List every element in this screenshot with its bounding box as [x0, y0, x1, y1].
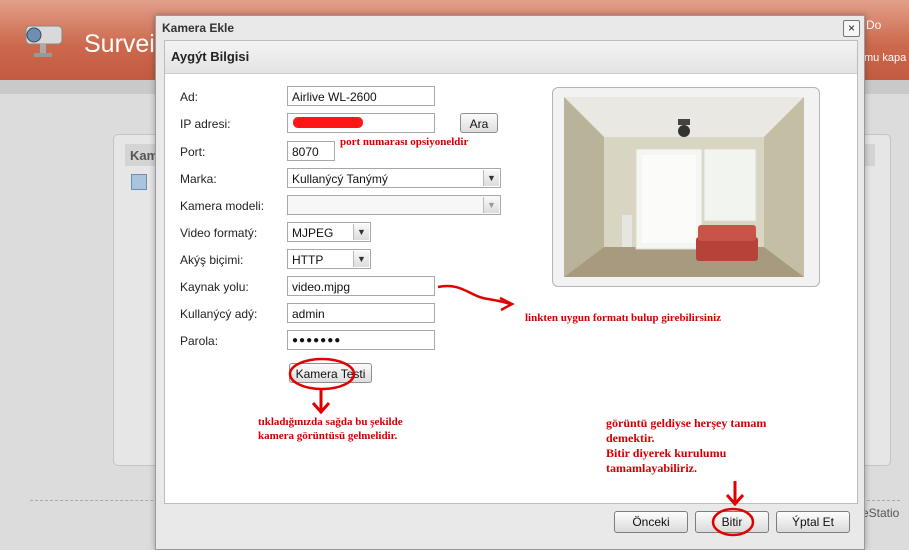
password-label: Parola:	[180, 334, 219, 348]
username-input[interactable]: admin	[287, 303, 435, 323]
ip-label: IP adresi:	[180, 117, 231, 131]
stream-type-select[interactable]: HTTP ▼	[287, 249, 371, 269]
port-input[interactable]: 8070	[287, 141, 335, 161]
stream-type-value: HTTP	[292, 253, 324, 267]
username-label: Kullanýcý adý:	[180, 307, 258, 321]
finish-note: görüntü geldiyse herşey tamam demektir. …	[603, 414, 839, 488]
name-label: Ad:	[180, 90, 199, 104]
chevron-down-icon[interactable]: ▼	[353, 251, 369, 267]
cancel-button[interactable]: Ýptal Et	[776, 511, 850, 533]
finish-note-line1: görüntü geldiyse herşey tamam	[606, 416, 767, 430]
port-note: port numarası opsiyoneldir	[337, 133, 547, 161]
close-button[interactable]: ×	[843, 20, 860, 37]
test-note: tıkladığınızda sağda bu şekilde kamera g…	[255, 413, 439, 467]
test-note-line1: tıkladığınızda sağda bu şekilde	[258, 416, 403, 428]
model-label: Kamera modeli:	[180, 199, 265, 213]
section-title: Aygýt Bilgisi	[171, 49, 250, 64]
search-button[interactable]: Ara	[460, 113, 498, 133]
previous-button[interactable]: Önceki	[614, 511, 688, 533]
brand-select-value: Kullanýcý Tanýmý	[292, 172, 388, 186]
chevron-down-icon[interactable]: ▼	[353, 224, 369, 240]
video-format-select[interactable]: MJPEG ▼	[287, 222, 371, 242]
link-note: linkten uygun formatı bulup girebilirsin…	[522, 309, 768, 345]
dialog-title: Kamera Ekle	[162, 21, 235, 35]
model-select[interactable]: ▼	[287, 195, 501, 215]
footer-text: eStatio	[862, 506, 900, 520]
header-link[interactable]: Do	[866, 18, 881, 32]
camera-test-button[interactable]: Kamera Testi	[289, 363, 372, 383]
header-text: mu kapa	[864, 52, 907, 64]
test-note-line2: kamera görüntüsü gelmelidir.	[258, 430, 398, 442]
add-camera-icon[interactable]	[131, 174, 147, 190]
finish-button[interactable]: Bitir	[695, 511, 769, 533]
chevron-down-icon[interactable]: ▼	[483, 197, 499, 213]
video-format-value: MJPEG	[292, 226, 334, 240]
camera-preview-image	[564, 97, 804, 277]
brand-select[interactable]: Kullanýcý Tanýmý ▼	[287, 168, 501, 188]
finish-note-line4: tamamlayabiliriz.	[606, 461, 697, 475]
camera-logo-icon	[22, 20, 68, 60]
redacted-ip-mark	[293, 117, 363, 128]
stream-type-label: Akýş biçimi:	[180, 253, 244, 267]
app-title: Surveil	[84, 30, 161, 58]
source-path-label: Kaynak yolu:	[180, 280, 249, 294]
source-path-input[interactable]: video.mjpg	[287, 276, 435, 296]
background-panel-title: Kam	[130, 148, 159, 163]
brand-label: Marka:	[180, 172, 217, 186]
password-input[interactable]: ●●●●●●●	[287, 330, 435, 350]
finish-note-line2: demektir.	[606, 431, 655, 445]
finish-note-line3: Bitir diyerek kurulumu	[606, 446, 727, 460]
name-input[interactable]: Airlive WL-2600	[287, 86, 435, 106]
video-format-label: Video formatý:	[180, 226, 258, 240]
port-label: Port:	[180, 145, 206, 159]
section-header	[165, 41, 857, 74]
chevron-down-icon[interactable]: ▼	[483, 170, 499, 186]
